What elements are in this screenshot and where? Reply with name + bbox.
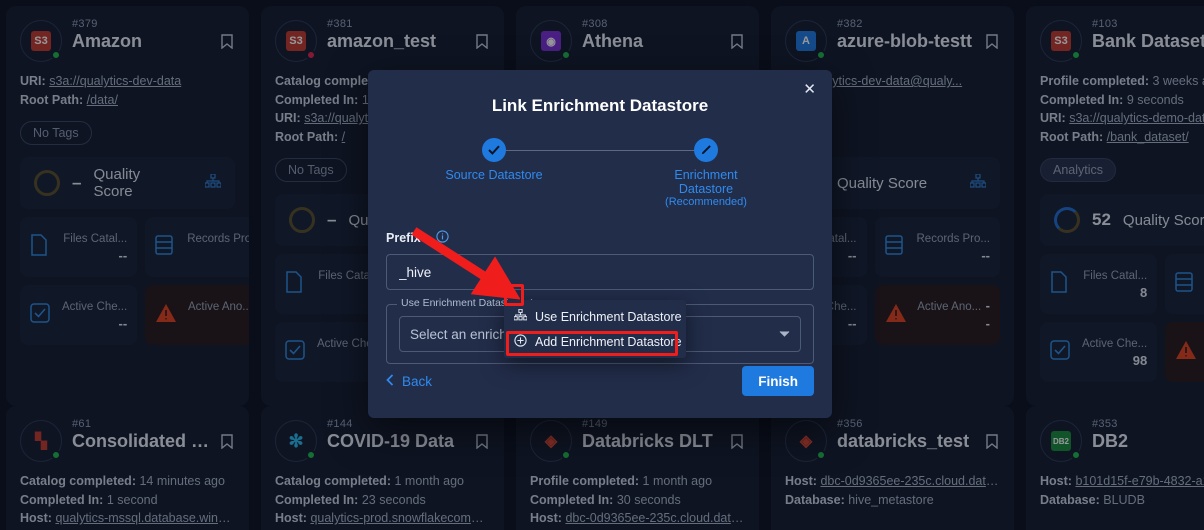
menu-item-label: Use Enrichment Datastore — [535, 309, 682, 324]
step-source-datastore[interactable]: Source Datastore — [434, 138, 554, 208]
step-label: Enrichment Datastore — [674, 168, 738, 196]
step-enrichment-datastore[interactable]: Enrichment Datastore (Recommended) — [646, 138, 766, 208]
modal-title: Link Enrichment Datastore — [491, 96, 709, 115]
check-icon — [482, 138, 506, 162]
datastores-page: S3 #379 Amazon URI: s3a://qualytics-dev-… — [0, 0, 1204, 530]
step-sublabel: (Recommended) — [665, 196, 747, 208]
prefix-input[interactable] — [386, 254, 814, 290]
pencil-icon — [694, 138, 718, 162]
hierarchy-icon — [513, 308, 528, 324]
chevron-down-icon[interactable] — [779, 328, 790, 340]
finish-button[interactable]: Finish — [742, 366, 814, 396]
modal-footer: Back Finish — [386, 366, 814, 396]
required-indicator — [425, 235, 431, 241]
plus-circle-icon — [514, 333, 527, 350]
step-label: Source Datastore — [445, 168, 543, 182]
back-button[interactable]: Back — [386, 374, 432, 389]
enrichment-datastore-dropdown-menu: Use Enrichment Datastore Add Enrichment … — [504, 300, 686, 358]
link-enrichment-datastore-modal: ✕ Link Enrichment Datastore Source Datas… — [368, 70, 832, 418]
menu-item-use-enrichment-datastore[interactable]: Use Enrichment Datastore — [504, 304, 686, 329]
prefix-label: Prefix — [386, 230, 814, 246]
menu-item-add-enrichment-datastore[interactable]: Add Enrichment Datastore — [504, 329, 686, 354]
close-icon[interactable]: ✕ — [799, 78, 820, 101]
menu-item-label: Add Enrichment Datastore — [535, 334, 682, 349]
wizard-stepper: Source Datastore Enrichment Datastore (R… — [434, 138, 766, 208]
prefix-label-text: Prefix — [386, 231, 421, 245]
info-icon[interactable] — [436, 230, 449, 246]
back-button-label: Back — [402, 373, 433, 389]
chevron-left-icon — [386, 373, 394, 389]
